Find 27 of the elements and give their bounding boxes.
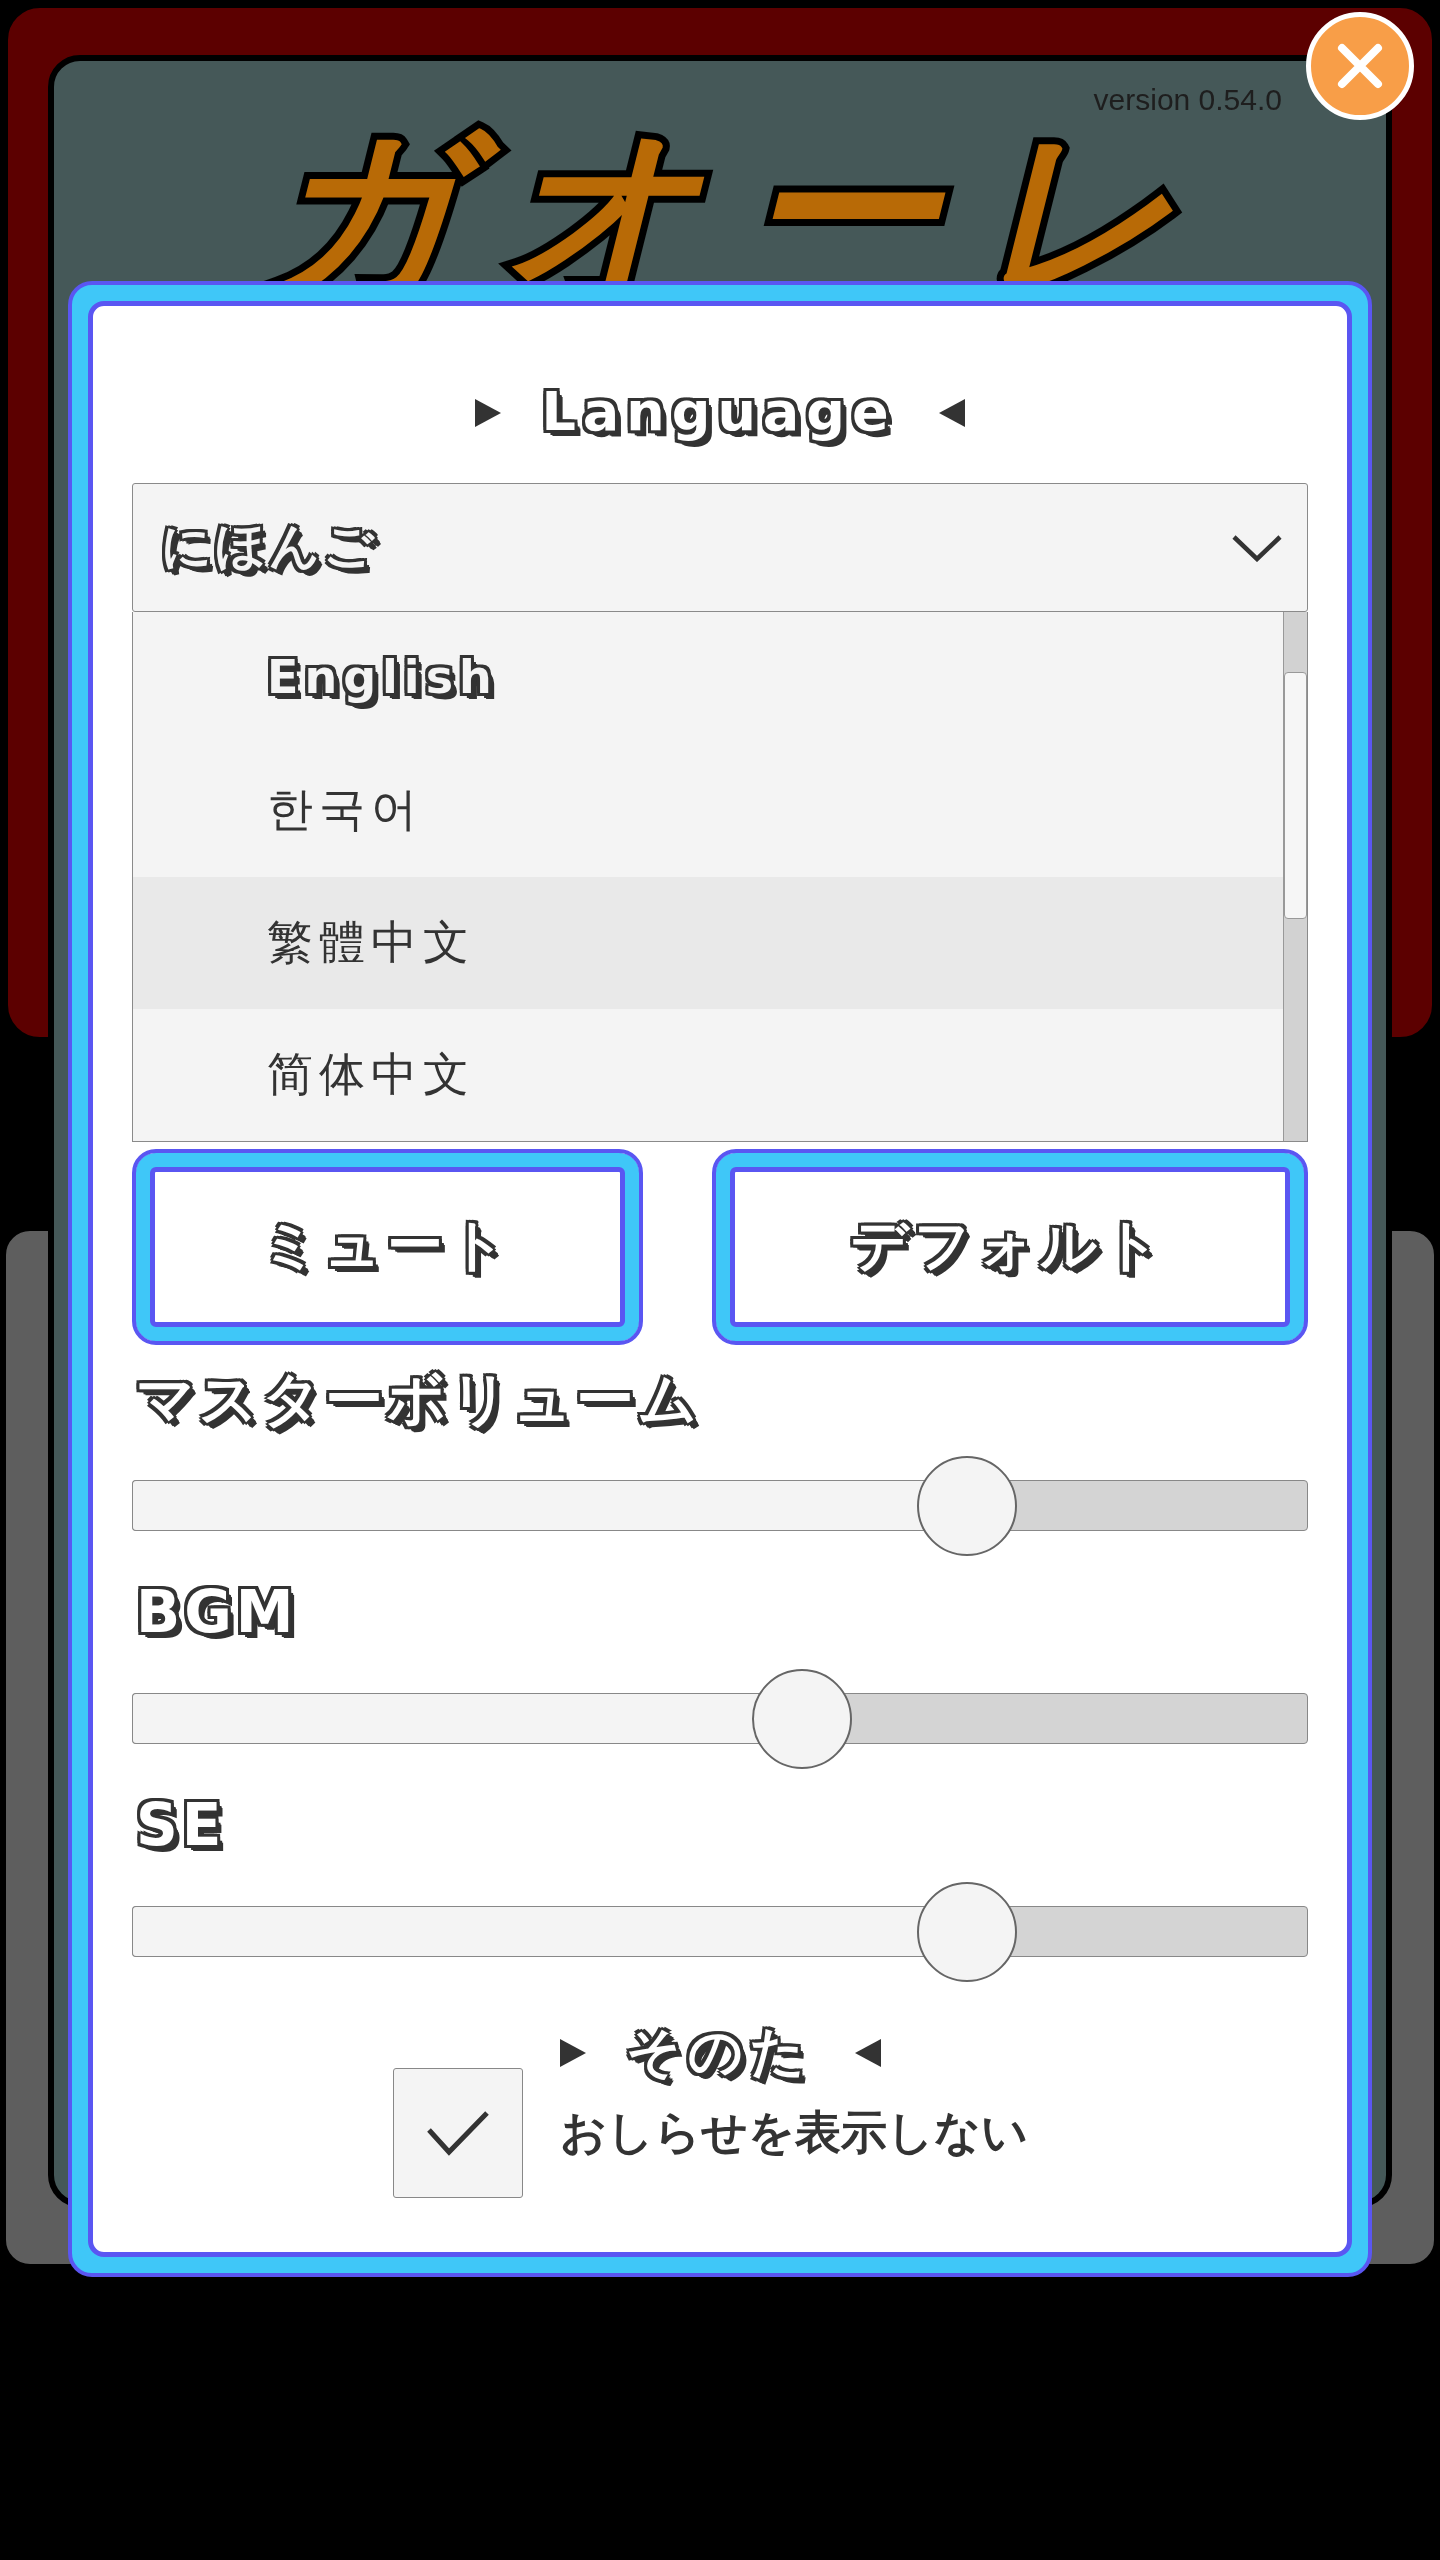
section-heading: Language <box>537 377 903 449</box>
version-label: version 0.54.0 <box>1093 85 1282 115</box>
dropdown-option[interactable]: 한국어 <box>133 744 1283 877</box>
slider-label: マスターボリューム <box>135 1365 702 1436</box>
triangle-right-icon <box>559 2039 586 2067</box>
chevron-down-icon <box>1231 533 1283 562</box>
checkbox-label: おしらせを表示しない <box>559 2104 1028 2161</box>
check-icon <box>425 2110 490 2156</box>
dropdown-option[interactable]: English <box>133 612 1283 745</box>
dropdown-option[interactable]: 简体中文 <box>133 1008 1283 1141</box>
action-button[interactable]: ミュート <box>132 1149 643 1345</box>
triangle-left-icon <box>854 2039 881 2067</box>
slider-track[interactable] <box>132 1456 1308 1556</box>
slider-track[interactable] <box>132 1669 1308 1769</box>
dropdown-option[interactable]: 繁體中文 <box>133 876 1283 1009</box>
slider-label: BGM <box>135 1578 299 1648</box>
scrollbar[interactable] <box>1283 612 1307 1141</box>
slider-label: SE <box>135 1791 227 1861</box>
close-icon <box>1336 42 1384 90</box>
checkbox[interactable] <box>392 2068 523 2198</box>
action-button[interactable]: デフォルト <box>712 1149 1308 1345</box>
section-heading: そのた <box>621 2017 819 2089</box>
language-dropdown[interactable]: にほんご <box>132 483 1308 612</box>
scrollbar-thumb[interactable] <box>1284 672 1307 919</box>
triangle-left-icon <box>938 399 965 427</box>
triangle-right-icon <box>475 399 502 427</box>
slider-track[interactable] <box>132 1882 1308 1982</box>
